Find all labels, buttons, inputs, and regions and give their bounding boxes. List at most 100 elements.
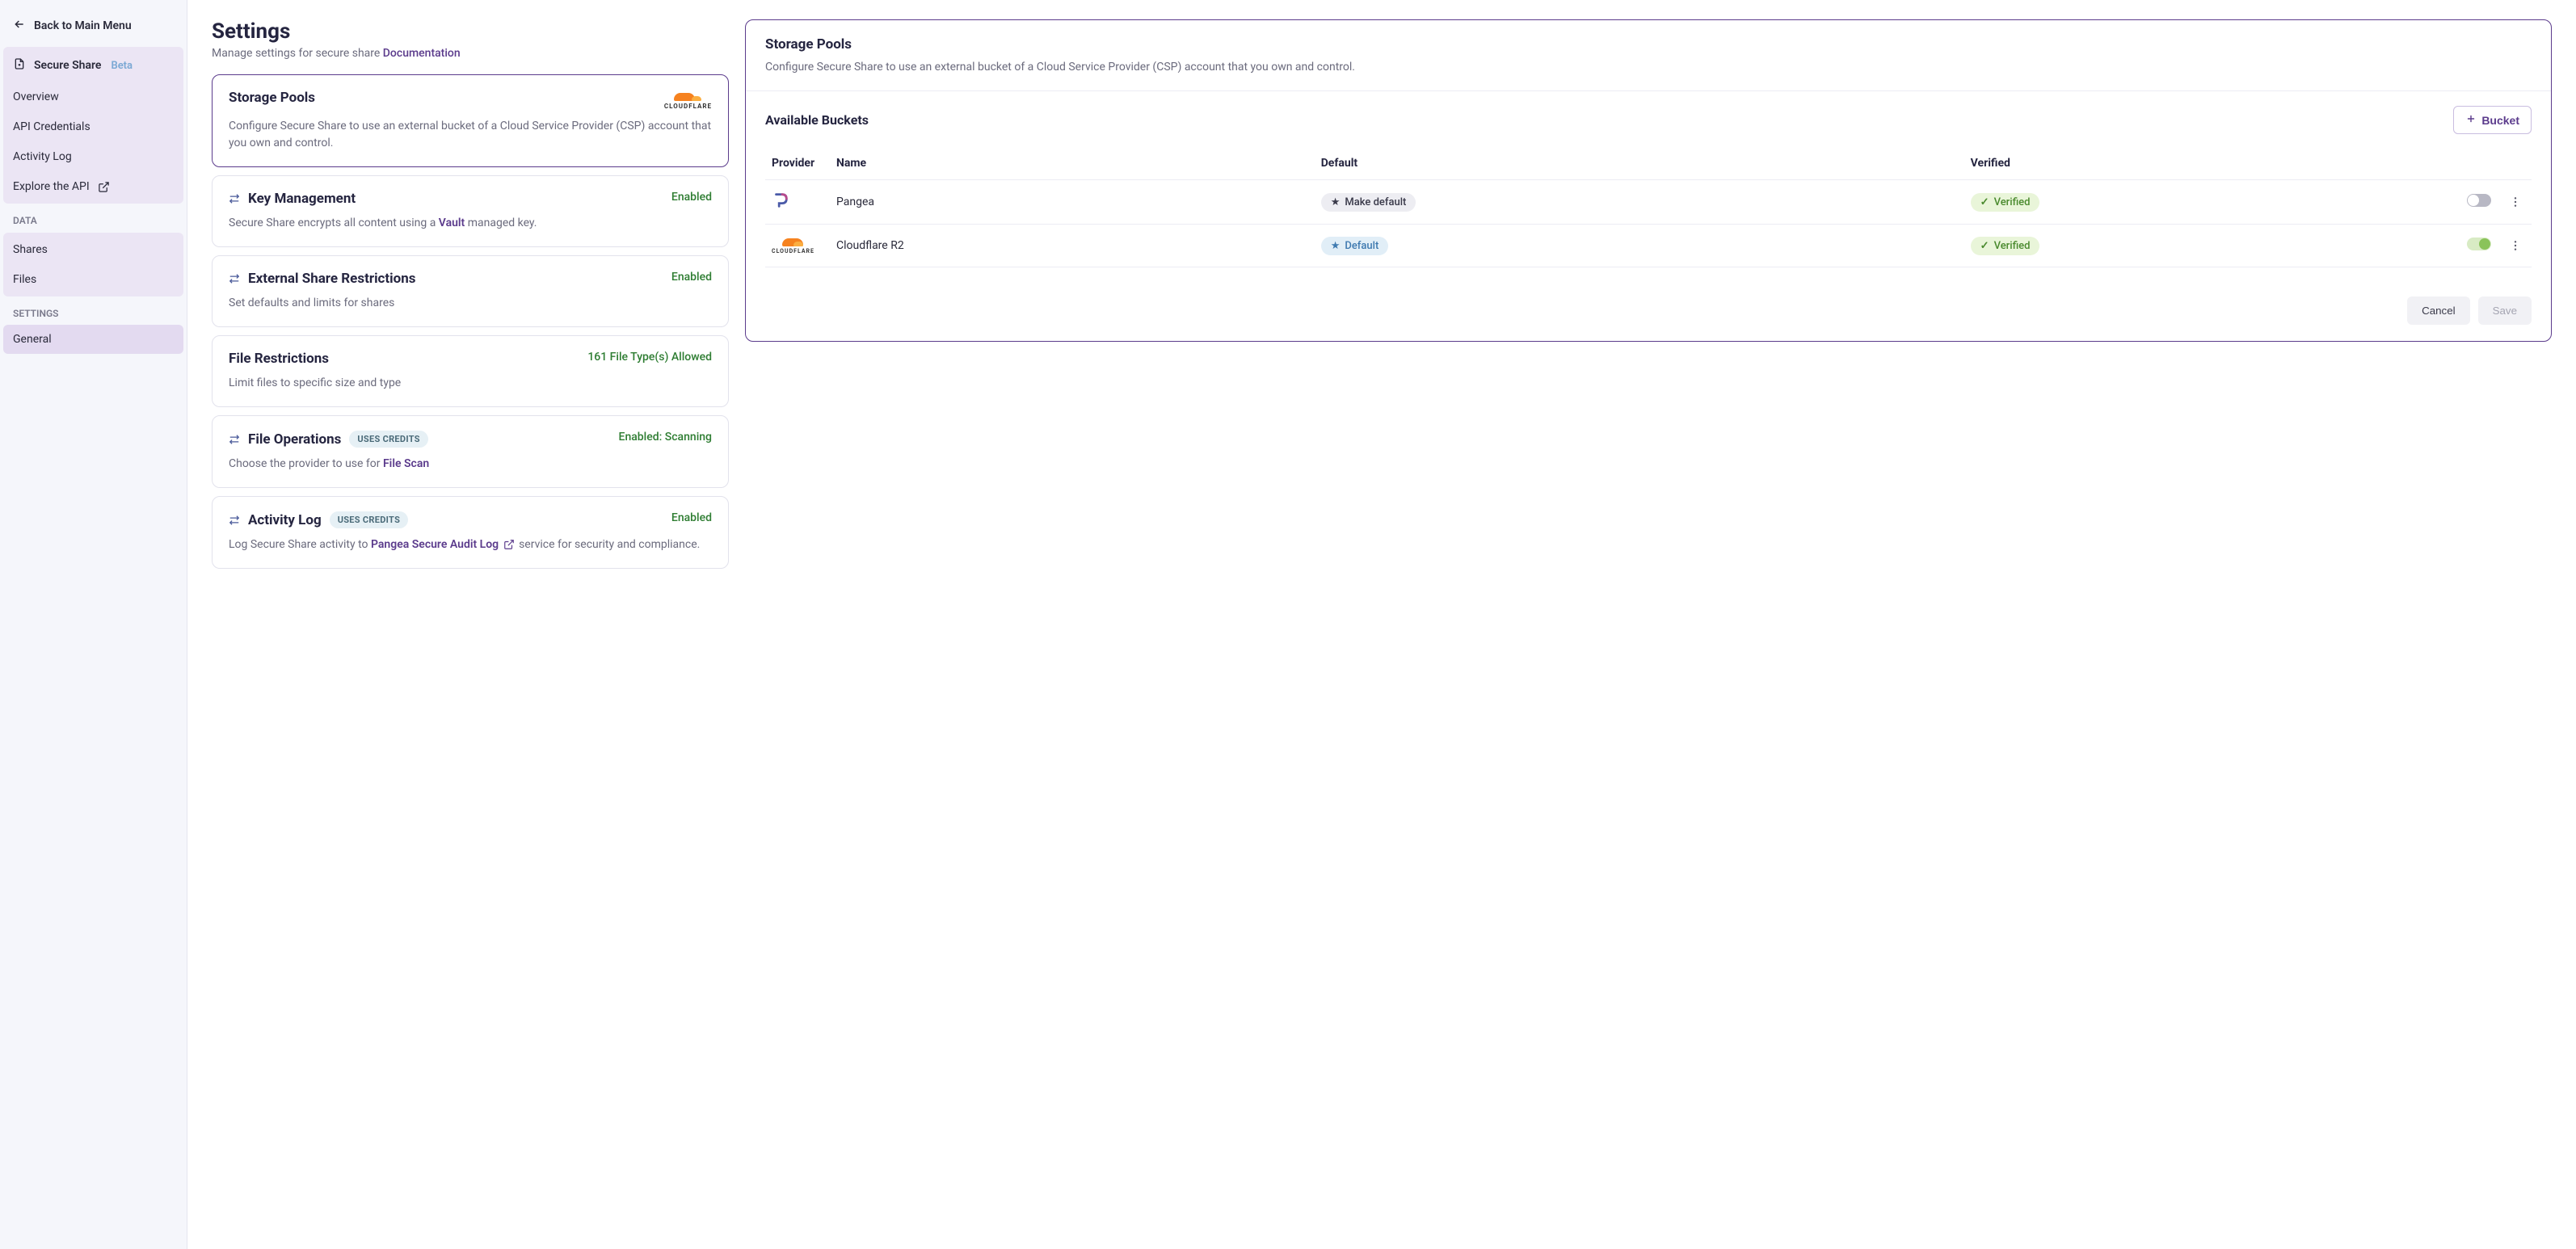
status-badge: 161 File Type(s) Allowed <box>587 351 712 364</box>
card-title: External Share Restrictions <box>248 271 416 287</box>
sidebar-item-api-credentials[interactable]: API Credentials <box>3 112 183 141</box>
card-desc: Secure Share encrypts all content using … <box>229 215 712 232</box>
sidebar-item-overview[interactable]: Overview <box>3 82 183 111</box>
enable-toggle[interactable] <box>2467 194 2491 207</box>
check-icon: ✓ <box>1980 240 1989 252</box>
plus-icon <box>2465 113 2477 127</box>
table-row: CLOUDFLARE Cloudflare R2 ★ Default <box>765 225 2532 267</box>
swap-icon <box>229 515 240 526</box>
swap-icon <box>229 273 240 284</box>
sidebar-item-files[interactable]: Files <box>3 265 183 294</box>
card-desc: Log Secure Share activity to Pangea Secu… <box>229 536 712 553</box>
sidebar-item-label: Shares <box>13 243 48 256</box>
status-badge: Enabled <box>671 191 712 204</box>
verified-badge: ✓ Verified <box>1971 193 2040 212</box>
bucket-name: Pangea <box>830 180 1315 225</box>
section-label-data: DATA <box>3 205 183 231</box>
main-content: Settings Manage settings for secure shar… <box>187 0 2576 1249</box>
back-label: Back to Main Menu <box>34 19 132 32</box>
file-plus-icon <box>13 57 26 74</box>
sidebar-item-label: Files <box>13 273 36 286</box>
add-bucket-label: Bucket <box>2481 114 2519 127</box>
col-verified: Verified <box>1964 147 2459 180</box>
save-button[interactable]: Save <box>2478 296 2532 325</box>
card-file-restrictions[interactable]: File Restrictions 161 File Type(s) Allow… <box>212 335 729 407</box>
cloudflare-logo-icon: CLOUDFLARE <box>772 237 814 254</box>
arrow-left-icon <box>13 18 26 34</box>
back-to-main-menu[interactable]: Back to Main Menu <box>3 6 183 45</box>
swap-icon <box>229 193 240 204</box>
card-title: File Restrictions <box>229 351 329 367</box>
external-link-icon <box>503 539 515 550</box>
card-title: Key Management <box>248 191 356 207</box>
documentation-link[interactable]: Documentation <box>383 47 461 60</box>
make-default-button[interactable]: ★ Make default <box>1321 193 1416 212</box>
status-badge: Enabled <box>671 271 712 284</box>
card-desc: Limit files to specific size and type <box>229 375 712 392</box>
card-file-operations[interactable]: File Operations USES CREDITS Enabled: Sc… <box>212 415 729 488</box>
sidebar-data-block: Shares Files <box>3 233 183 296</box>
status-badge: Enabled <box>671 511 712 524</box>
card-title: Storage Pools <box>229 90 315 106</box>
pangea-logo-icon <box>772 191 789 209</box>
card-storage-pools[interactable]: Storage Pools CLOUDFLARE Configure Secur… <box>212 74 729 167</box>
panel-desc: Configure Secure Share to use an externa… <box>765 59 2532 76</box>
buckets-table: Provider Name Default Verified <box>765 147 2532 267</box>
bucket-name: Cloudflare R2 <box>830 225 1315 267</box>
settings-list: Settings Manage settings for secure shar… <box>212 19 729 577</box>
cloudflare-logo-icon: CLOUDFLARE <box>664 90 712 110</box>
file-scan-link[interactable]: File Scan <box>383 457 429 470</box>
enable-toggle[interactable] <box>2467 238 2491 250</box>
default-badge: ★ Default <box>1321 237 1389 255</box>
sidebar-item-shares[interactable]: Shares <box>3 235 183 264</box>
sidebar-item-label: Overview <box>13 90 59 103</box>
row-menu-button[interactable] <box>2506 192 2525 212</box>
check-icon: ✓ <box>1980 196 1989 208</box>
sidebar-item-label: API Credentials <box>13 120 90 133</box>
page-title: Settings <box>212 19 729 44</box>
sidebar-item-label: Secure Share <box>34 59 101 72</box>
sidebar-item-activity-log[interactable]: Activity Log <box>3 142 183 171</box>
sidebar: Back to Main Menu Secure Share Beta Over… <box>0 0 187 1249</box>
card-external-share-restrictions[interactable]: External Share Restrictions Enabled Set … <box>212 255 729 327</box>
panel-actions: Cancel Save <box>746 284 2551 341</box>
star-icon: ★ <box>1331 196 1341 208</box>
card-title: File Operations <box>248 431 341 448</box>
add-bucket-button[interactable]: Bucket <box>2453 106 2532 134</box>
col-default: Default <box>1315 147 1964 180</box>
audit-log-link[interactable]: Pangea Secure Audit Log <box>371 538 499 551</box>
verified-badge: ✓ Verified <box>1971 237 2040 255</box>
sidebar-item-label: Activity Log <box>13 150 72 163</box>
external-link-icon <box>98 181 110 193</box>
uses-credits-pill: USES CREDITS <box>349 431 427 448</box>
section-label-settings: SETTINGS <box>3 298 183 324</box>
page-subtitle: Manage settings for secure share Documen… <box>212 47 729 60</box>
card-desc: Choose the provider to use for File Scan <box>229 456 712 473</box>
sidebar-item-explore-api[interactable]: Explore the API <box>3 172 183 201</box>
status-badge: Enabled: Scanning <box>619 431 712 444</box>
uses-credits-pill: USES CREDITS <box>330 511 408 528</box>
table-row: Pangea ★ Make default ✓ Verified <box>765 180 2532 225</box>
sidebar-item-secure-share[interactable]: Secure Share Beta <box>3 49 183 82</box>
col-provider: Provider <box>765 147 830 180</box>
card-key-management[interactable]: Key Management Enabled Secure Share encr… <box>212 175 729 247</box>
star-icon: ★ <box>1331 240 1341 252</box>
beta-tag: Beta <box>111 60 133 72</box>
sidebar-item-general[interactable]: General <box>3 325 183 354</box>
card-title: Activity Log <box>248 512 322 528</box>
row-menu-button[interactable] <box>2506 236 2525 255</box>
panel-title: Storage Pools <box>765 36 2532 53</box>
storage-pools-panel: Storage Pools Configure Secure Share to … <box>745 19 2552 342</box>
card-desc: Set defaults and limits for shares <box>229 295 712 312</box>
cancel-button[interactable]: Cancel <box>2407 296 2470 325</box>
card-activity-log[interactable]: Activity Log USES CREDITS Enabled Log Se… <box>212 496 729 569</box>
available-buckets-title: Available Buckets <box>765 112 869 128</box>
col-name: Name <box>830 147 1315 180</box>
vault-link[interactable]: Vault <box>439 217 465 229</box>
detail-panel-column: Storage Pools Configure Secure Share to … <box>745 19 2552 342</box>
card-desc: Configure Secure Share to use an externa… <box>229 118 712 152</box>
sidebar-top-block: Secure Share Beta Overview API Credentia… <box>3 47 183 204</box>
sidebar-item-label: General <box>13 333 52 346</box>
sidebar-item-label: Explore the API <box>13 180 90 193</box>
swap-icon <box>229 434 240 445</box>
